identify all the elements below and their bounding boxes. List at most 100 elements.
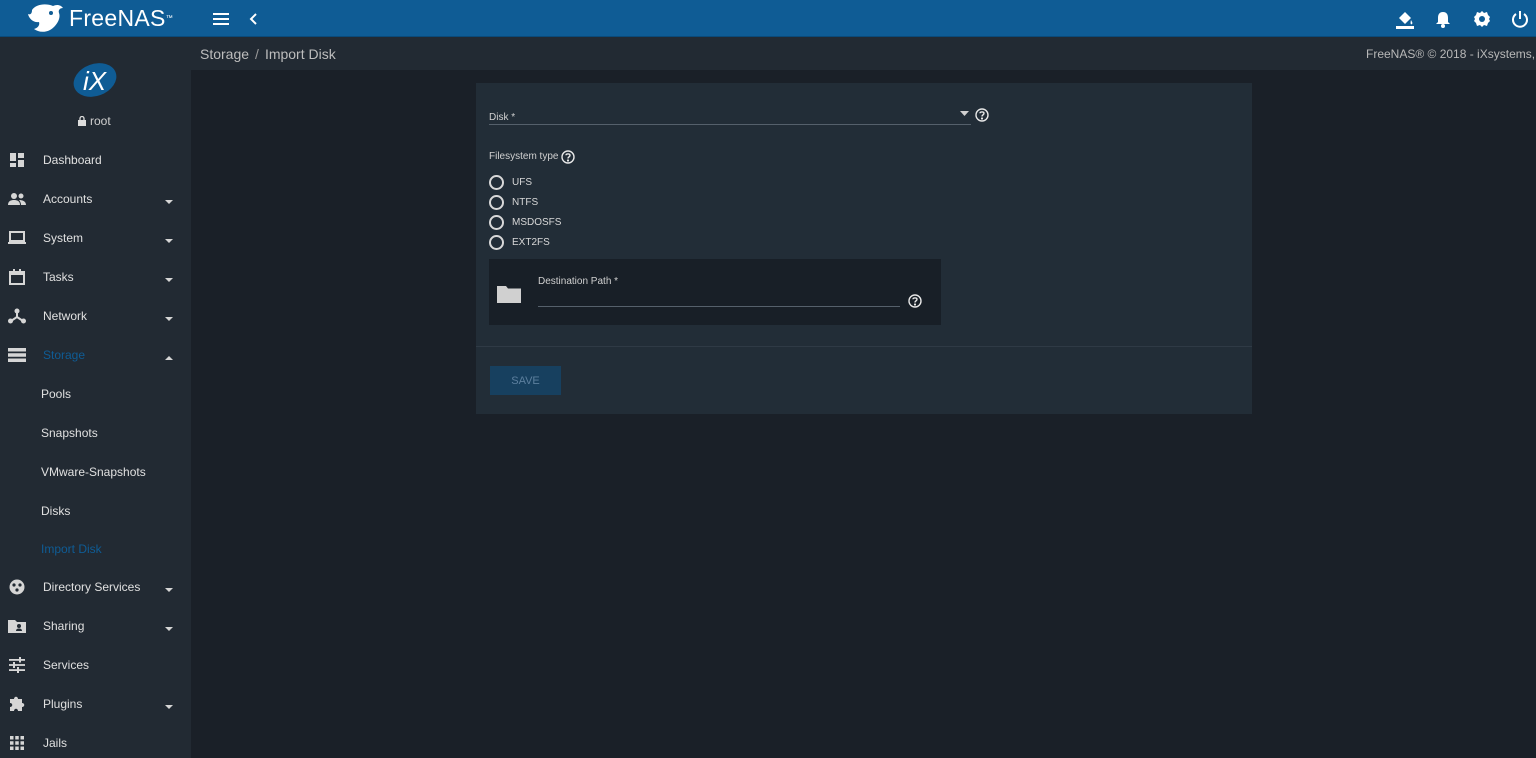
radio-msdosfs[interactable]: MSDOSFS [489, 214, 561, 230]
network-icon [8, 307, 26, 325]
destination-help-icon[interactable] [908, 294, 922, 308]
puzzle-icon [8, 695, 26, 713]
sidebar-item-tasks[interactable]: Tasks [0, 257, 191, 296]
menu-icon [213, 13, 229, 25]
disk-help-icon[interactable] [975, 108, 989, 122]
sidebar-item-system[interactable]: System [0, 218, 191, 257]
grid-icon [8, 734, 26, 752]
radio-ntfs[interactable]: NTFS [489, 194, 538, 210]
radio-circle[interactable] [489, 174, 504, 190]
settings-button[interactable] [1471, 8, 1493, 30]
disk-select[interactable]: Disk * [489, 107, 971, 125]
caret-up-icon [164, 350, 174, 360]
radio-label: MSDOSFS [512, 216, 562, 228]
breadcrumb-current: Import Disk [264, 46, 336, 62]
sidebar-item-plugins[interactable]: Plugins [0, 684, 191, 723]
sidebar: iX root Dashboard Accounts System Tasks … [0, 63, 191, 758]
filesystem-help-icon[interactable] [561, 150, 575, 164]
folder-icon[interactable] [497, 285, 521, 303]
caret-down-icon [164, 699, 174, 709]
svg-text:iX: iX [83, 66, 108, 96]
sidebar-item-accounts[interactable]: Accounts [0, 179, 191, 218]
sidebar-subitem-snapshots[interactable]: Snapshots [0, 413, 191, 452]
radio-circle[interactable] [489, 194, 504, 210]
breadcrumb: Storage / Import Disk [200, 46, 336, 62]
radio-ufs[interactable]: UFS [489, 174, 532, 190]
filesystem-type-label: Filesystem type [489, 151, 558, 162]
theme-icon [1396, 12, 1414, 29]
sidebar-subitem-disks[interactable]: Disks [0, 491, 191, 530]
brand-trademark: ™ [165, 15, 173, 22]
save-button[interactable]: SAVE [490, 366, 561, 395]
caret-down-icon [164, 621, 174, 631]
caret-down-icon [164, 233, 174, 243]
brand-name: FreeNAS [69, 5, 166, 31]
sidebar-item-label: Jails [43, 735, 68, 750]
ixsystems-logo-icon: iX [73, 63, 117, 97]
sidebar-item-label: Plugins [43, 696, 83, 711]
tune-icon [8, 656, 26, 674]
freenas-logo-icon [28, 4, 63, 32]
top-bar: FreeNAS ™ [0, 0, 1536, 37]
sidebar-subitem-label: Disks [41, 503, 71, 518]
sidebar-item-storage[interactable]: Storage [0, 335, 191, 374]
caret-down-icon [164, 272, 174, 282]
sidebar-item-sharing[interactable]: Sharing [0, 606, 191, 645]
sidebar-item-label: Services [43, 657, 90, 672]
username: root [90, 114, 111, 128]
notifications-button[interactable] [1432, 8, 1454, 30]
sidebar-subitem-label: Snapshots [41, 425, 98, 440]
menu-toggle-button[interactable] [210, 8, 232, 30]
storage-icon [8, 346, 26, 364]
user-info: root [78, 114, 111, 128]
sidebar-item-label: Network [43, 308, 88, 323]
caret-down-icon [164, 582, 174, 592]
dropdown-arrow-icon [960, 111, 969, 116]
sidebar-item-label: Accounts [43, 191, 93, 206]
sidebar-header: iX root [0, 63, 191, 140]
power-icon [1512, 11, 1528, 28]
sidebar-item-label: Storage [43, 347, 86, 362]
collapse-sidebar-button[interactable] [243, 8, 265, 30]
radio-label: NTFS [512, 196, 539, 208]
radio-circle[interactable] [489, 214, 504, 230]
disk-label: Disk * [489, 112, 516, 123]
radio-circle[interactable] [489, 234, 504, 250]
sidebar-subitem-import-disk[interactable]: Import Disk [0, 529, 191, 568]
sidebar-item-label: Sharing [43, 618, 85, 633]
chevron-left-icon [249, 13, 257, 25]
destination-path-label: Destination Path * [538, 276, 619, 287]
sidebar-item-jails[interactable]: Jails [0, 723, 191, 758]
sidebar-subitem-vmware-snapshots[interactable]: VMware-Snapshots [0, 452, 191, 491]
form-divider [476, 346, 1252, 347]
sidebar-item-network[interactable]: Network [0, 296, 191, 335]
sidebar-subitem-label: Pools [41, 386, 72, 401]
sidebar-item-label: Dashboard [43, 152, 102, 167]
import-disk-form: Disk * Filesystem type UFS NTFS MSDOSFS … [476, 83, 1252, 414]
breadcrumb-separator: / [255, 46, 259, 62]
sidebar-item-label: System [43, 230, 84, 245]
copyright-text: FreeNAS® © 2018 - iXsystems, Inc [1366, 47, 1536, 61]
gear-icon [1474, 11, 1490, 27]
calendar-icon [8, 268, 26, 286]
brand: FreeNAS ™ [26, 2, 173, 35]
subheader: Storage / Import Disk FreeNAS® © 2018 - … [0, 37, 1536, 70]
radio-ext2fs[interactable]: EXT2FS [489, 234, 550, 250]
destination-path-input[interactable] [538, 291, 900, 307]
filesystem-type-text: Filesystem type [489, 151, 559, 162]
theme-button[interactable] [1394, 8, 1416, 30]
power-button[interactable] [1509, 8, 1531, 30]
sidebar-item-directory-services[interactable]: Directory Services [0, 567, 191, 606]
lock-icon [78, 116, 86, 126]
sidebar-item-dashboard[interactable]: Dashboard [0, 140, 191, 179]
laptop-icon [8, 229, 26, 247]
radio-label: UFS [512, 176, 532, 188]
caret-down-icon [164, 194, 174, 204]
sidebar-subitem-label: Import Disk [41, 541, 102, 556]
breadcrumb-storage[interactable]: Storage [200, 46, 249, 62]
sidebar-item-services[interactable]: Services [0, 645, 191, 684]
sidebar-subitem-pools[interactable]: Pools [0, 374, 191, 413]
bell-icon [1436, 12, 1450, 28]
directory-icon [8, 578, 26, 596]
caret-down-icon [164, 311, 174, 321]
